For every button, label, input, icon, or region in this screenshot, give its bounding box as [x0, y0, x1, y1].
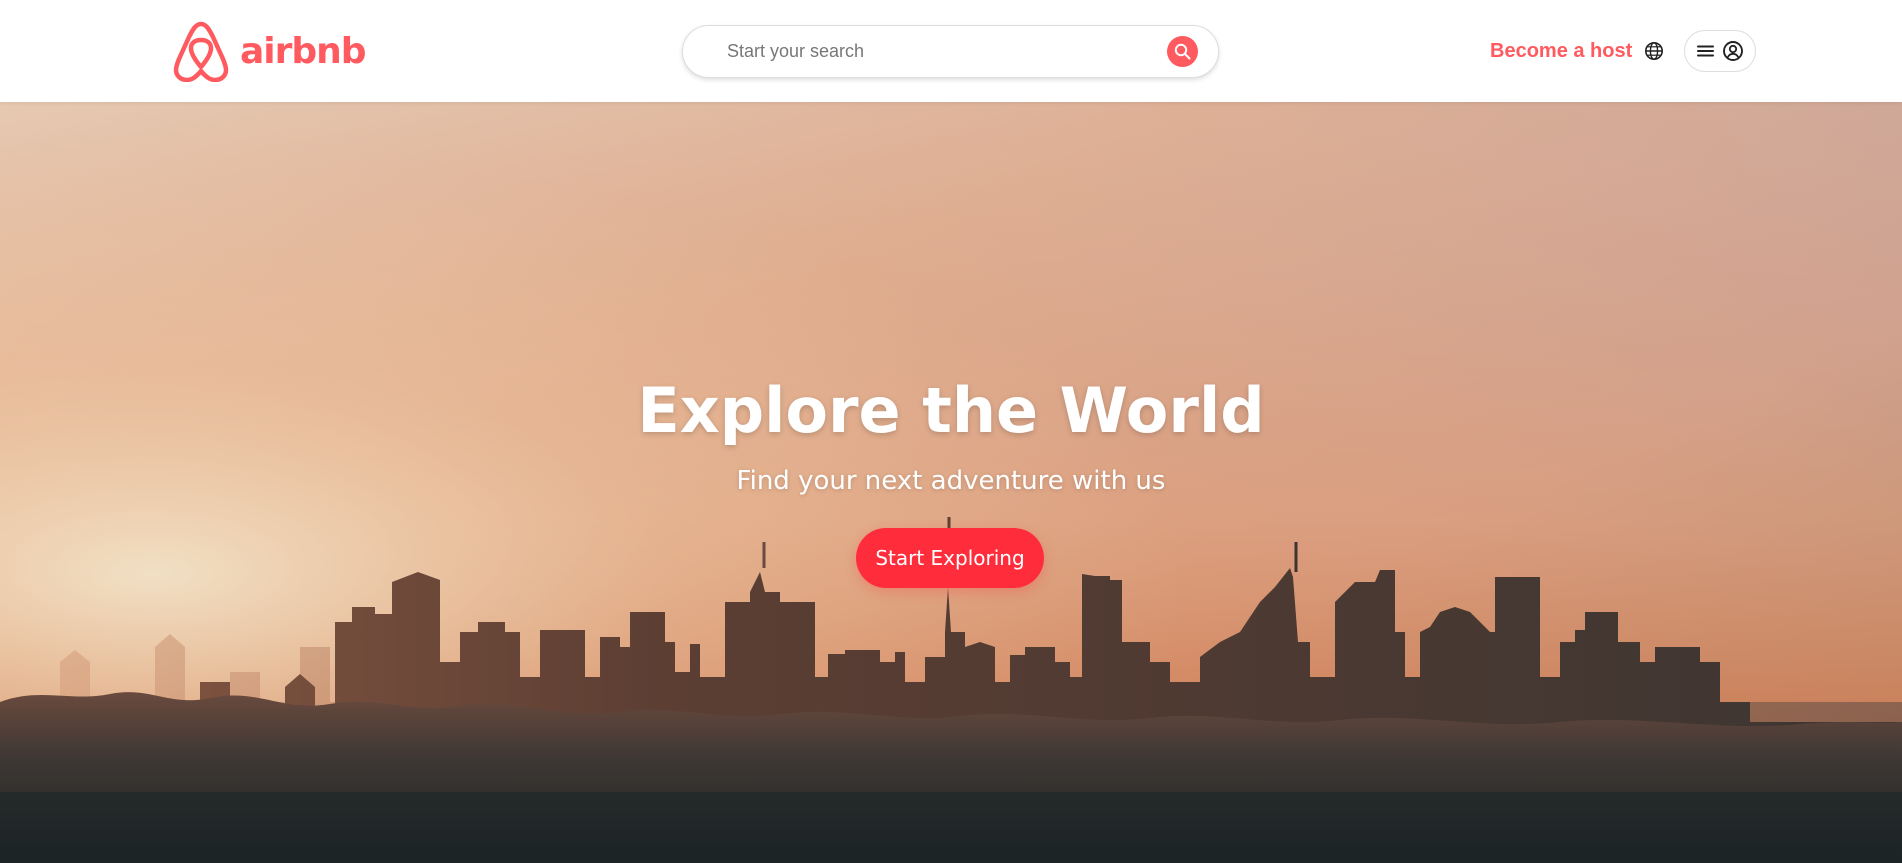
airbnb-logo[interactable]: airbnb [172, 20, 367, 82]
user-circle-icon [1722, 41, 1743, 61]
top-navigation-bar: airbnb Become a host [0, 0, 1902, 102]
search-button[interactable] [1167, 36, 1198, 67]
start-exploring-button[interactable]: Start Exploring [856, 528, 1044, 588]
logo-wordmark: airbnb [240, 30, 367, 72]
search-icon [1174, 43, 1191, 60]
become-a-host-link[interactable]: Become a host [1490, 38, 1632, 64]
search-bar[interactable] [682, 25, 1219, 78]
user-menu-button[interactable] [1684, 30, 1756, 72]
airbnb-belo-icon [173, 21, 229, 82]
search-input[interactable] [727, 26, 1147, 77]
hero-title: Explore the World [637, 374, 1265, 447]
hero-section: Explore the World Find your next adventu… [0, 102, 1902, 863]
hero-subtitle: Find your next adventure with us [736, 466, 1166, 496]
hamburger-menu-icon [1696, 45, 1714, 57]
globe-icon[interactable] [1643, 40, 1665, 62]
